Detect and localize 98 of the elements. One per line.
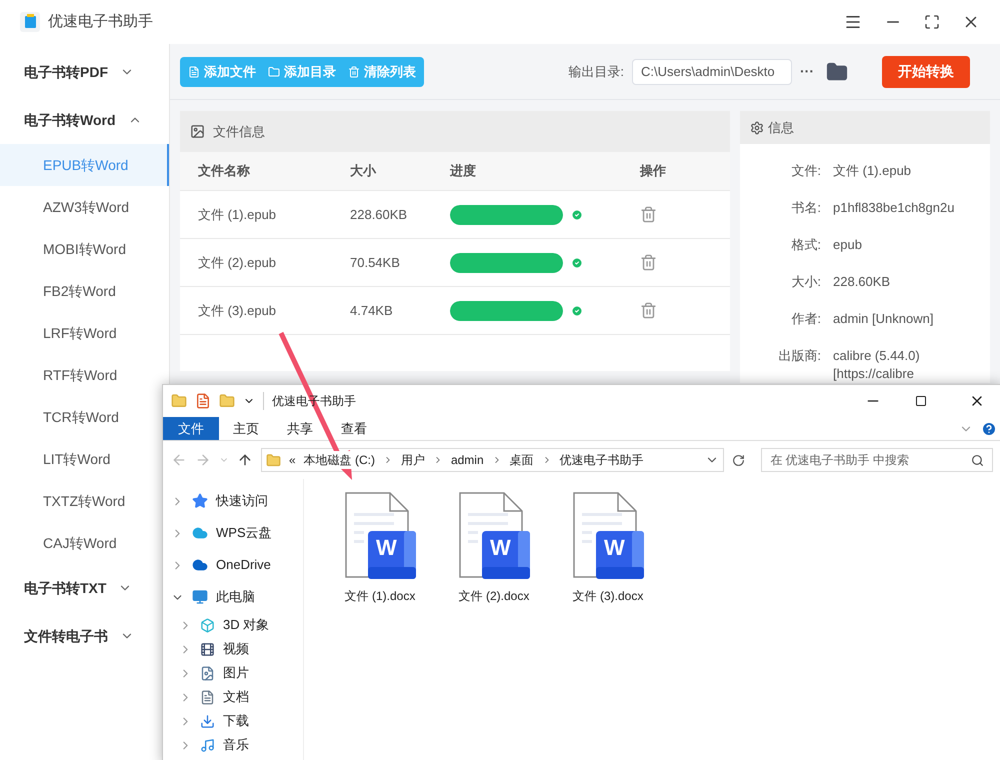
word-document-icon	[572, 491, 644, 581]
breadcrumb-prefix: «	[288, 452, 296, 469]
info-label: 书名:	[790, 199, 822, 217]
download-icon	[200, 714, 215, 728]
search-field[interactable]: 在 优速电子书助手 中搜索	[761, 448, 994, 472]
column-header: 进度	[450, 162, 477, 180]
delete-icon[interactable]	[640, 302, 657, 319]
sidebar-item[interactable]: RTF转Word	[0, 354, 169, 396]
panel-title: 文件信息	[213, 122, 265, 141]
word-document-icon	[344, 491, 416, 581]
up-icon[interactable]	[236, 452, 253, 468]
ribbon-tab[interactable]: 共享	[273, 417, 327, 440]
start-button[interactable]: 开始转换	[882, 56, 970, 88]
sidebar-group[interactable]: 电子书转Word	[0, 96, 169, 144]
info-value: admin [Unknown]	[833, 310, 934, 328]
breadcrumb-item[interactable]: 优速电子书助手	[560, 451, 644, 469]
breadcrumb-item[interactable]: 本地磁盘 (C:)	[304, 451, 375, 469]
info-label: 文件:	[790, 162, 822, 180]
sidebar-group[interactable]: 电子书转PDF	[0, 48, 169, 96]
maximize-icon[interactable]	[915, 395, 927, 407]
sidebar-group[interactable]: 电子书转TXT	[0, 564, 169, 612]
table-cell-text: 70.54KB	[350, 254, 401, 272]
more-button[interactable]: ···	[800, 61, 814, 82]
search-icon	[971, 454, 984, 466]
nav-item[interactable]: OneDrive	[171, 549, 303, 581]
nav-item[interactable]: 视频	[171, 637, 303, 661]
help-icon[interactable]	[981, 420, 997, 436]
column-header: 操作	[640, 162, 666, 180]
app-title: 优速电子书助手	[48, 12, 153, 32]
nav-item[interactable]: WPS云盘	[171, 517, 303, 549]
check-icon	[571, 304, 583, 316]
column-header: 大小	[350, 162, 378, 180]
book-logo-icon	[20, 12, 40, 32]
table-cell-text: 4.74KB	[350, 302, 394, 320]
nav-item[interactable]: 下载	[171, 709, 303, 733]
folder-icon[interactable]	[826, 60, 848, 82]
file-icon	[188, 66, 200, 78]
table-cell-text: 228.60KB	[350, 206, 408, 224]
cloud-icon	[192, 557, 208, 573]
file-item[interactable]: W 文件 (3).docx	[562, 491, 654, 605]
word-badge-letter: W	[376, 537, 397, 559]
address-bar[interactable]: « 本地磁盘 (C:) 用户 admin 桌面 优速电子书助手	[260, 448, 724, 472]
word-badge-letter: W	[604, 537, 625, 559]
image-icon	[190, 124, 205, 139]
column-header: 文件名称	[197, 162, 251, 180]
maximize-icon[interactable]	[924, 14, 940, 30]
nav-item[interactable]: 快速访问	[171, 485, 303, 517]
check-icon	[571, 208, 583, 220]
document-icon	[200, 690, 215, 704]
ribbon-tab[interactable]: 查看	[327, 417, 381, 440]
refresh-icon[interactable]	[732, 454, 746, 466]
image-icon	[200, 666, 215, 680]
folder-icon	[268, 66, 280, 78]
file-item[interactable]: W 文件 (1).docx	[334, 491, 426, 605]
ribbon-tab[interactable]: 主页	[219, 417, 273, 440]
menu-icon[interactable]	[844, 13, 862, 31]
file-item[interactable]: W 文件 (2).docx	[448, 491, 540, 605]
output-path-field[interactable]: C:\Users\admin\Deskto	[632, 58, 792, 84]
info-label: 出版商:	[777, 347, 822, 365]
star-icon	[192, 493, 208, 509]
ribbon-tab[interactable]: 文件	[163, 417, 219, 440]
folder-icon	[266, 452, 281, 468]
sidebar-item[interactable]: AZW3转Word	[0, 186, 169, 228]
sidebar-group[interactable]: 文件转电子书	[0, 612, 169, 660]
info-label: 大小:	[790, 273, 822, 291]
trash-icon	[348, 66, 360, 78]
info-value: p1hfl838be1ch8gn2u	[833, 199, 956, 217]
nav-item[interactable]: 文档	[171, 685, 303, 709]
delete-icon[interactable]	[640, 206, 657, 223]
cloud-icon	[192, 525, 208, 541]
info-label: 作者:	[790, 310, 822, 328]
check-icon	[571, 256, 583, 268]
monitor-icon	[192, 589, 208, 605]
info-value: epub	[833, 236, 863, 254]
panel-title: 信息	[768, 118, 794, 137]
breadcrumb-item[interactable]: 桌面	[510, 451, 534, 469]
sidebar-item[interactable]: FB2转Word	[0, 270, 169, 312]
info-value: 228.60KB	[833, 273, 892, 291]
nav-item[interactable]: 3D 对象	[171, 613, 303, 637]
word-document-icon	[458, 491, 530, 581]
info-label: 格式:	[790, 236, 822, 254]
sidebar-item[interactable]: LRF转Word	[0, 312, 169, 354]
sidebar-item[interactable]: MOBI转Word	[0, 228, 169, 270]
table-cell-text: 文件 (2).epub	[197, 254, 278, 272]
info-value: 文件 (1).epub	[833, 162, 912, 180]
gear-icon	[750, 120, 764, 134]
output-label: 输出目录:	[568, 62, 624, 81]
music-icon	[200, 738, 215, 752]
cube-icon	[200, 618, 215, 632]
table-cell-text: 文件 (1).epub	[197, 206, 278, 224]
nav-item[interactable]: 音乐	[171, 733, 303, 757]
nav-item[interactable]: 图片	[171, 661, 303, 685]
nav-item[interactable]: 此电脑	[171, 581, 303, 613]
film-icon	[200, 642, 215, 656]
info-value: calibre (5.44.0) [https://calibre	[833, 347, 921, 383]
word-badge-letter: W	[490, 537, 511, 559]
table-cell-text: 文件 (3).epub	[197, 302, 278, 320]
delete-icon[interactable]	[640, 254, 657, 271]
